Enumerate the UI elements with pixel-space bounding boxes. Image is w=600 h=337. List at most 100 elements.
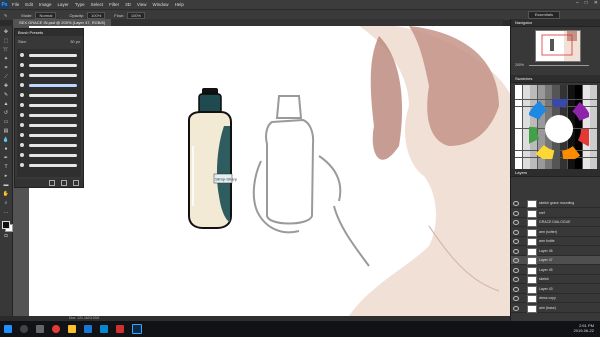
visibility-eye-icon[interactable] xyxy=(513,248,519,254)
search-icon[interactable] xyxy=(20,325,28,333)
type-tool-icon[interactable]: T xyxy=(3,164,10,170)
menu-window[interactable]: Window xyxy=(153,2,169,7)
brush-preset-icon[interactable] xyxy=(20,73,24,77)
layer-row[interactable]: sref xyxy=(511,209,600,218)
brush-size-value[interactable]: 30 px xyxy=(70,39,80,44)
swatch-cell[interactable] xyxy=(567,85,575,92)
layer-row[interactable]: sketch grace mounting xyxy=(511,199,600,208)
folder-icon[interactable] xyxy=(68,325,76,333)
brush-preset-icon[interactable] xyxy=(20,143,24,147)
dodge-tool-icon[interactable]: ● xyxy=(3,146,10,152)
quick-mask-icon[interactable]: ◘ xyxy=(3,233,10,239)
document-tab[interactable]: SEX GRACE IN.psd @ 200% (Layer 47, RGB/8… xyxy=(13,19,112,26)
menu-help[interactable]: Help xyxy=(175,2,184,7)
swatch-cell[interactable] xyxy=(590,92,597,100)
brush-tool-icon[interactable]: ✎ xyxy=(4,13,7,18)
swatch-cell[interactable] xyxy=(590,157,597,165)
layers-tab[interactable]: Layers xyxy=(511,169,600,177)
lasso-tool-icon[interactable]: ➰ xyxy=(3,47,10,53)
visibility-eye-icon[interactable] xyxy=(513,220,519,225)
shape-tool-icon[interactable]: ▬ xyxy=(3,182,10,188)
history-brush-icon[interactable]: ↺ xyxy=(3,110,10,116)
visibility-eye-icon[interactable] xyxy=(513,277,519,282)
photoshop-icon[interactable] xyxy=(132,324,142,334)
layer-row[interactable]: sketch xyxy=(511,275,600,284)
layer-row[interactable]: Layer 45 xyxy=(511,266,600,275)
swatch-cell[interactable] xyxy=(522,85,530,92)
eyedropper-tool-icon[interactable]: ⟋ xyxy=(3,74,10,80)
layer-row[interactable]: dress copy xyxy=(511,294,600,303)
mail-icon[interactable] xyxy=(100,325,108,333)
layer-row[interactable]: Layer 46 xyxy=(511,247,600,256)
swatch-cell[interactable] xyxy=(515,92,522,100)
swatch-cell[interactable] xyxy=(515,150,522,158)
brush-preset-stroke[interactable] xyxy=(29,104,77,107)
menu-select[interactable]: Select xyxy=(91,2,104,7)
layer-row[interactable]: GRACE DIALOGUE xyxy=(511,218,600,227)
swatch-cell[interactable] xyxy=(590,136,597,143)
blur-tool-icon[interactable]: 💧 xyxy=(3,137,10,143)
swatch-cell[interactable] xyxy=(590,150,597,158)
layer-row[interactable]: Layer 47 xyxy=(511,256,600,265)
layer-row[interactable]: Layer 43 xyxy=(511,285,600,294)
store-icon[interactable] xyxy=(84,325,92,333)
visibility-eye-icon[interactable] xyxy=(513,239,519,244)
workspace-select[interactable]: Essentials xyxy=(527,11,560,19)
swatch-cell[interactable] xyxy=(590,128,597,136)
swatch-cell[interactable] xyxy=(590,143,597,151)
eraser-tool-icon[interactable]: ▭ xyxy=(3,119,10,125)
photoshop-logo-icon[interactable]: Ps xyxy=(0,0,9,9)
close-icon[interactable]: ✕ xyxy=(594,0,598,6)
pen-tool-icon[interactable]: ✒ xyxy=(3,155,10,161)
chrome-icon[interactable] xyxy=(52,325,60,333)
windows-start-icon[interactable] xyxy=(4,325,12,333)
brush-tool-icon[interactable]: ✎ xyxy=(3,92,10,98)
layer-row[interactable]: arm (base) xyxy=(511,304,600,313)
swatch-cell[interactable] xyxy=(545,85,552,92)
brush-settings-icon[interactable] xyxy=(49,180,55,186)
navigator-tab[interactable]: Navigator xyxy=(511,19,600,27)
mode-select[interactable]: Normal xyxy=(35,11,57,19)
navigator-thumbnail[interactable] xyxy=(535,30,581,62)
brush-preset-stroke[interactable] xyxy=(29,144,77,147)
media-icon[interactable] xyxy=(116,325,124,333)
brush-preset-stroke[interactable] xyxy=(29,154,77,157)
new-brush-icon[interactable] xyxy=(61,180,67,186)
layer-row[interactable]: arm bottle xyxy=(511,237,600,246)
marquee-tool-icon[interactable]: ⬚ xyxy=(3,38,10,44)
swatch-cell[interactable] xyxy=(515,121,522,129)
brush-preset-stroke[interactable] xyxy=(29,134,77,137)
brush-preset-stroke[interactable] xyxy=(29,164,77,167)
crop-tool-icon[interactable]: ⌗ xyxy=(3,65,10,71)
visibility-eye-icon[interactable] xyxy=(513,210,519,216)
stamp-tool-icon[interactable]: ▲ xyxy=(3,101,10,107)
brush-preset-stroke[interactable] xyxy=(29,74,77,77)
magic-wand-tool-icon[interactable]: ✦ xyxy=(3,56,10,62)
menu-layer[interactable]: Layer xyxy=(58,2,69,7)
menu-3d[interactable]: 3D xyxy=(125,2,131,7)
brush-preset-icon[interactable] xyxy=(20,113,24,117)
brush-preset-stroke-selected[interactable] xyxy=(29,84,77,87)
brush-preset-icon[interactable] xyxy=(20,153,24,157)
more-tools-icon[interactable]: … xyxy=(3,209,10,215)
delete-brush-icon[interactable] xyxy=(73,180,79,186)
brush-preset-stroke[interactable] xyxy=(29,114,77,117)
hand-tool-icon[interactable]: ✋ xyxy=(3,191,10,197)
system-clock[interactable]: 2:51 PM 2019-06-22 xyxy=(574,323,594,333)
swatch-cell[interactable] xyxy=(590,114,597,121)
brush-preset-icon[interactable] xyxy=(20,83,24,87)
swatch-cell[interactable] xyxy=(515,128,522,136)
swatch-cell[interactable] xyxy=(590,106,597,114)
minimize-icon[interactable]: – xyxy=(576,0,579,6)
menu-file[interactable]: File xyxy=(12,2,19,7)
menu-type[interactable]: Type xyxy=(75,2,85,7)
swatch-cell[interactable] xyxy=(515,114,522,121)
swatch-cell[interactable] xyxy=(590,99,597,107)
zoom-slider[interactable] xyxy=(529,65,589,66)
opacity-input[interactable]: 100% xyxy=(87,11,106,19)
brush-preset-stroke[interactable] xyxy=(29,94,77,97)
swatch-cell[interactable] xyxy=(515,99,522,107)
task-view-icon[interactable] xyxy=(36,325,44,333)
brush-preset-icon[interactable] xyxy=(20,163,24,167)
visibility-eye-icon[interactable] xyxy=(513,296,519,301)
